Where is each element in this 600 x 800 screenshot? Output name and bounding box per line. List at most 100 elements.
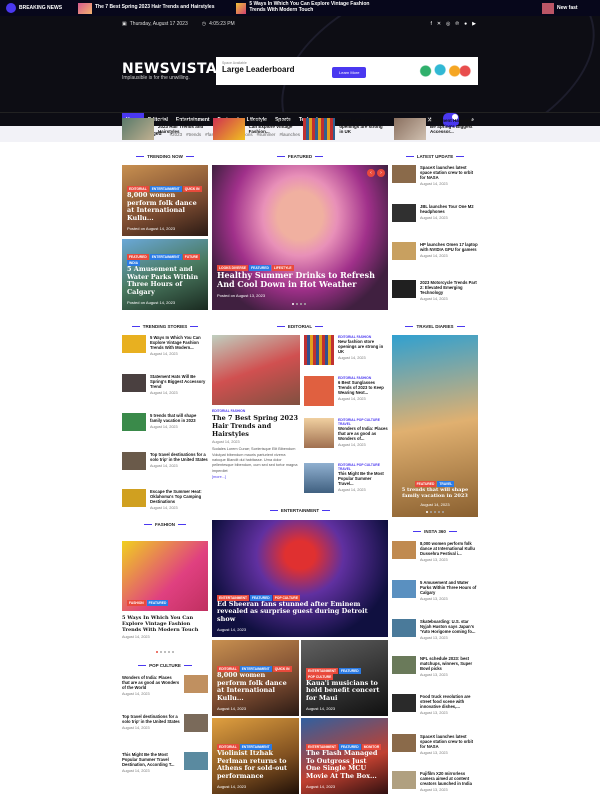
entertainment-card[interactable]: EDITORIAL ENTERTAINMENT QUICK IN 8,000 wome… <box>212 640 299 716</box>
section-heading: FASHION <box>122 522 208 527</box>
post-thumb <box>212 118 245 140</box>
insta-item[interactable]: Skateboarding: U.S. star Nyjah Huston sa… <box>392 619 478 640</box>
x-icon[interactable]: ✕ <box>437 21 441 27</box>
ticker-thumb <box>542 2 554 14</box>
slider-dots[interactable] <box>156 651 174 653</box>
breaking-news-label: BREAKING NEWS <box>6 3 70 13</box>
post-title[interactable]: The 7 Best Spring 2023 Hair Trends and H… <box>212 414 300 438</box>
story-item[interactable]: Top travel destinations for a solo trip'… <box>122 452 208 470</box>
section-heading: TRENDING STORIES <box>122 324 208 329</box>
insta-item[interactable]: 5 Amusement and Water Parks Within Three… <box>392 580 478 601</box>
post-thumb <box>392 165 416 183</box>
post-thumb <box>392 656 416 674</box>
card-title[interactable]: Kaua'i musicians to hold benefit concert… <box>306 679 383 703</box>
facebook-icon[interactable]: f <box>430 21 431 27</box>
entertainment-card[interactable]: ENTERTAINMENT FEATURED MONITOR The Flash Ma… <box>301 718 388 794</box>
ticker-item[interactable]: 5 Ways In Which You Can Explore Vintage … <box>236 1 386 14</box>
post-thumb <box>392 619 416 637</box>
featured-slider[interactable]: ‹ › LOOKS DIVERSE FEATURED LIFESTYLE Healt… <box>212 165 388 310</box>
card-title[interactable]: Ed Sheeran fans stunned after Eminem rev… <box>217 600 383 624</box>
insta-item[interactable]: Food truck revolution are street food sc… <box>392 694 478 715</box>
latest-item[interactable]: SpaceX launches latest space station cre… <box>392 165 478 186</box>
section-heading: LATEST UPDATE <box>392 154 478 159</box>
entertainment-card[interactable]: EDITORIAL ENTERTAINMENT Violinist Itzhak P… <box>212 718 299 794</box>
slider-prev-icon[interactable]: ‹ <box>367 169 375 177</box>
ad-graphic <box>414 59 472 83</box>
slider-dots[interactable] <box>292 303 306 305</box>
ticker-item[interactable]: New fast <box>542 2 594 14</box>
latest-item[interactable]: HP launches Omen 17 laptop with NVIDIA G… <box>392 242 478 260</box>
editorial-item[interactable]: EDITORIAL FASHION New fashion store openi… <box>304 335 388 365</box>
post-thumb <box>122 335 146 353</box>
post-thumb <box>392 580 416 598</box>
ad-banner[interactable]: Space Available Large Leaderboard Learn … <box>216 57 478 85</box>
editorial-main-post: EDITORIAL FASHION The 7 Best Spring 2023… <box>212 409 300 479</box>
section-heading: TRENDING NOW <box>122 154 208 159</box>
travel-card[interactable]: FEATURED TRAVEL 5 trends that will shape … <box>392 335 478 517</box>
learn-more-button[interactable]: Learn More <box>332 67 367 78</box>
post-title[interactable]: 5 Ways In Which You Can Explore Vintage … <box>122 615 208 633</box>
story-item[interactable]: Escape the Summer Heat: Oklahoma's Top C… <box>122 489 208 510</box>
insta-item[interactable]: Fujifilm X20 mirrorless camera aimed at … <box>392 771 478 792</box>
editorial-main-image[interactable] <box>212 335 300 405</box>
read-more-link[interactable]: [more...] <box>212 475 300 479</box>
card-title[interactable]: 8,000 women perform folk dance at Intern… <box>217 671 294 703</box>
card-title[interactable]: 5 trends that will shape family vacation… <box>397 487 473 499</box>
ticker-thumb <box>236 2 247 14</box>
trending-card[interactable]: FEATURED ENTERTAINMENT FUTUREINDIA 5 Amuse… <box>122 239 208 310</box>
section-heading: EDITORIAL <box>212 324 388 329</box>
latest-item[interactable]: JBL launches Tour One M2 headphones Augus… <box>392 204 478 222</box>
editorial-item[interactable]: EDITORIAL POP CULTURE TRAVEL Wonders of I… <box>304 418 388 448</box>
post-thumb <box>392 280 416 298</box>
entertainment-main-card[interactable]: ENTERTAINMENT FEATURED POP CULTURE Ed Shee… <box>212 520 388 637</box>
trending-card[interactable]: EDITORIAL ENTERTAINMENT QUICK IN 8,000 wom… <box>122 165 208 236</box>
post-thumb <box>122 118 154 140</box>
pop-item[interactable]: Wonders of India: Places that are as goo… <box>122 675 208 696</box>
section-heading: INSTA 360 <box>392 529 478 534</box>
post-strip: The 7 Best Spring 2023 Hair Trends and H… <box>122 118 478 140</box>
post-thumb <box>122 374 146 392</box>
slider-dots[interactable] <box>426 511 444 513</box>
site-header: ▣ Thursday, August 17 2023 ◷ 4:05:23 PM … <box>0 16 600 112</box>
post-thumb <box>392 734 416 752</box>
pinterest-icon[interactable]: ℗ <box>455 21 459 27</box>
post-thumb <box>184 752 208 770</box>
insta-item[interactable]: SpaceX launches latest space station cre… <box>392 734 478 755</box>
insta-item[interactable]: 8,000 women perform folk dance at Intern… <box>392 541 478 562</box>
post-thumb <box>392 694 416 712</box>
strip-post[interactable]: New fashion store openings are strong in… <box>303 118 387 140</box>
pop-item[interactable]: This Might Be the Most Popular Summer Tr… <box>122 752 208 773</box>
ticker-item[interactable]: The 7 Best Spring 2023 Hair Trends and H… <box>78 2 228 14</box>
latest-item[interactable]: 2023 Motorcycle Trends Part 2: Elevated … <box>392 280 478 301</box>
youtube-icon[interactable]: ▶ <box>472 21 476 27</box>
pop-item[interactable]: Top travel destinations for a solo trip'… <box>122 714 208 732</box>
story-item[interactable]: 5 Ways In Which You Can Explore Vintage … <box>122 335 208 356</box>
card-title[interactable]: Violinist Itzhak Perlman returns to Athe… <box>217 749 294 781</box>
story-item[interactable]: 5 trends that will shape family vacation… <box>122 413 208 431</box>
featured-title[interactable]: Healthy Summer Drinks to Refresh And Coo… <box>217 270 383 290</box>
section-heading: POP CULTURE <box>122 663 208 668</box>
ticker-thumb <box>78 2 92 14</box>
entertainment-card[interactable]: ENTERTAINMENT FEATUREDPOP CULTURE Kaua'i m… <box>301 640 388 716</box>
story-item[interactable]: Statement Hats Will Be Spring's Biggest … <box>122 374 208 395</box>
slider-next-icon[interactable]: › <box>377 169 385 177</box>
insta-item[interactable]: NFL schedule 2023: best matchups, winner… <box>392 656 478 677</box>
editorial-item[interactable]: EDITORIAL POP CULTURE TRAVEL This Might B… <box>304 463 388 493</box>
site-tagline: Implausible is for the unwilling. <box>122 75 190 81</box>
post-thumb <box>304 376 334 406</box>
strip-post[interactable]: 5 Ways In Which You Can Explore Vintage … <box>212 118 297 140</box>
post-thumb <box>304 463 334 493</box>
card-title[interactable]: 8,000 women perform folk dance at Intern… <box>127 191 203 223</box>
card-title[interactable]: The Flash Managed To Outgross Just One S… <box>306 749 383 781</box>
editorial-item[interactable]: EDITORIAL FASHION 6 Best Sunglasses Trend… <box>304 376 388 406</box>
post-thumb <box>122 413 146 431</box>
post-thumb <box>122 452 146 470</box>
fashion-card[interactable]: FASHION FEATURED <box>122 541 208 611</box>
strip-post[interactable]: Statement Hats Will Be Spring's Biggest … <box>393 118 478 140</box>
strip-post[interactable]: The 7 Best Spring 2023 Hair Trends and H… <box>122 118 206 140</box>
post-thumb <box>184 675 208 693</box>
card-title[interactable]: 5 Amusement and Water Parks Within Three… <box>127 265 203 297</box>
spotify-icon[interactable]: ● <box>464 21 467 27</box>
post-thumb <box>304 335 334 365</box>
instagram-icon[interactable]: ◎ <box>446 21 450 27</box>
